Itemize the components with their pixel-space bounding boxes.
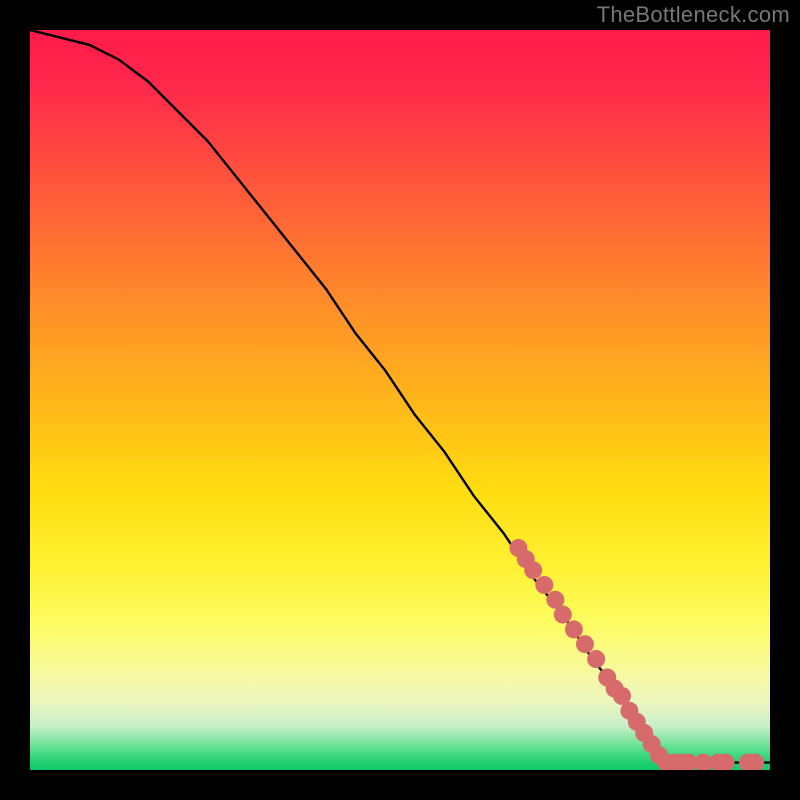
marker-point xyxy=(576,635,594,653)
marker-point xyxy=(554,606,572,624)
chart-svg xyxy=(30,30,770,770)
chart-frame: TheBottleneck.com xyxy=(0,0,800,800)
marker-point xyxy=(587,650,605,668)
curve-line-group xyxy=(30,30,770,763)
marker-point xyxy=(535,576,553,594)
marker-point xyxy=(524,561,542,579)
marker-point xyxy=(565,620,583,638)
highlight-markers xyxy=(509,539,764,770)
watermark-text: TheBottleneck.com xyxy=(597,2,790,28)
plot-area xyxy=(30,30,770,770)
curve-line xyxy=(30,30,770,763)
